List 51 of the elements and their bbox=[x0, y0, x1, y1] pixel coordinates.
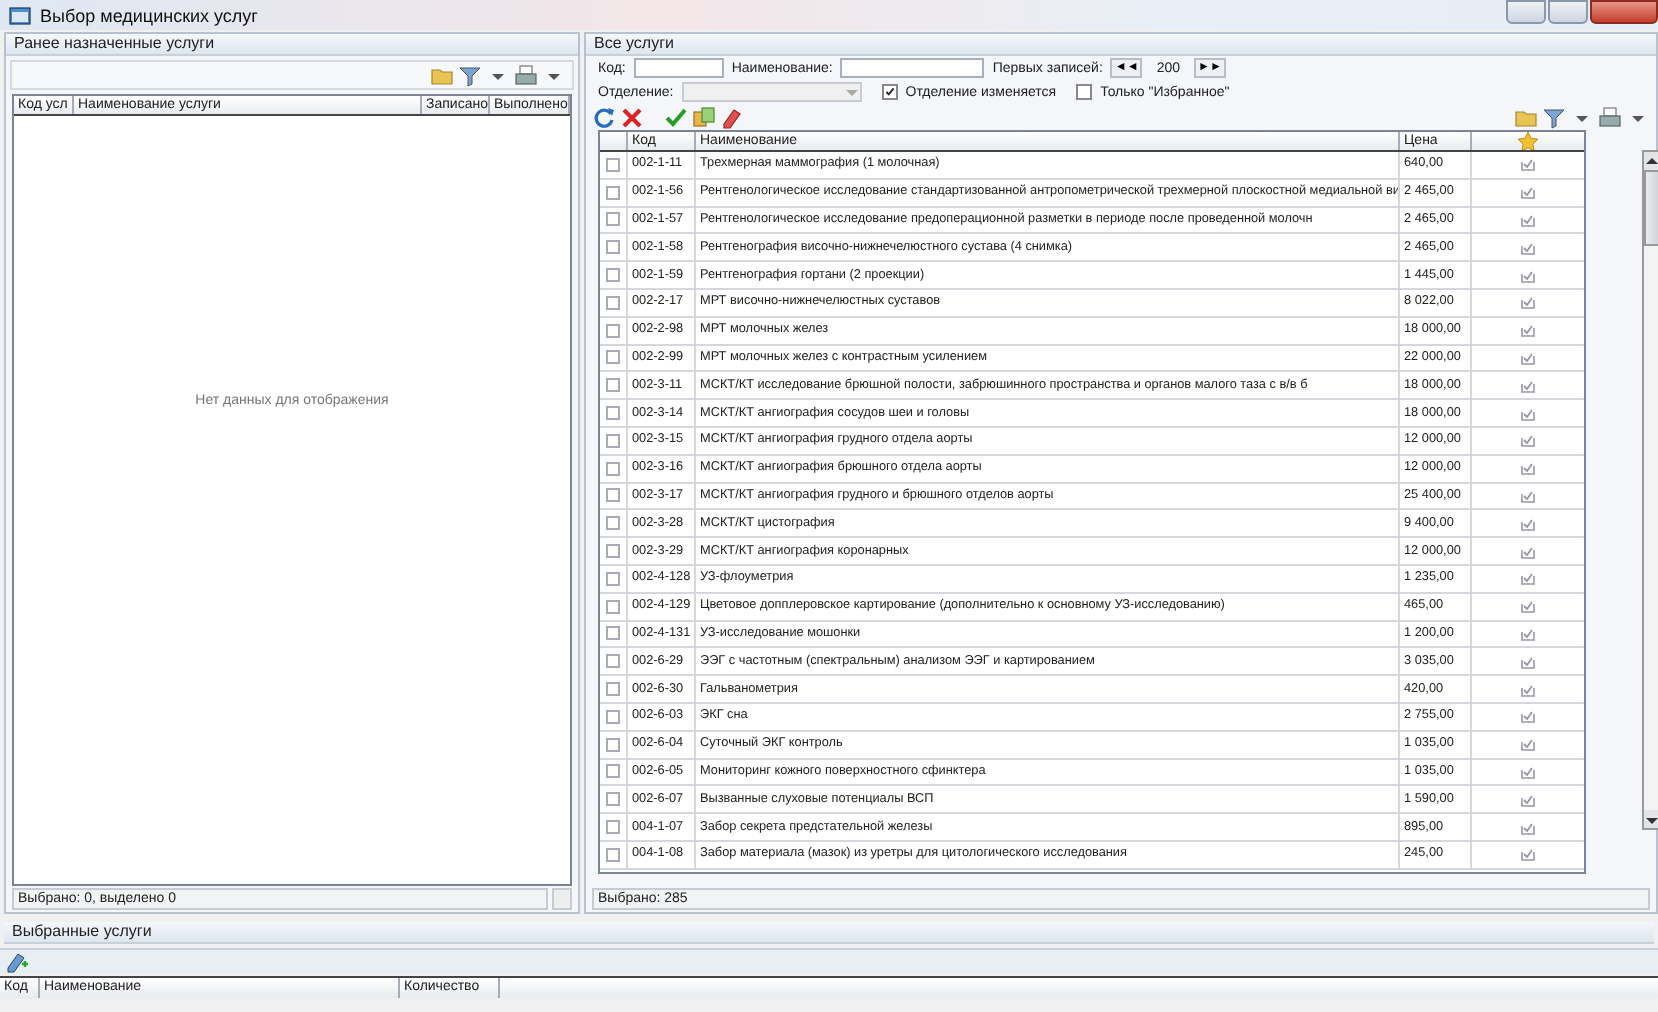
delete-icon[interactable] bbox=[620, 105, 644, 129]
row-checkbox[interactable] bbox=[606, 378, 620, 393]
row-checkbox[interactable] bbox=[606, 433, 620, 448]
row-checkbox[interactable] bbox=[606, 820, 620, 835]
row-checkbox[interactable] bbox=[606, 792, 620, 807]
row-checkbox[interactable] bbox=[606, 654, 620, 669]
row-checkbox[interactable] bbox=[606, 185, 620, 200]
check-icon[interactable] bbox=[664, 105, 688, 129]
row-checkbox[interactable] bbox=[606, 737, 620, 752]
row-checkbox[interactable] bbox=[606, 544, 620, 559]
row-checkbox[interactable] bbox=[606, 764, 620, 779]
row-checkbox[interactable] bbox=[606, 212, 620, 227]
checkbox[interactable] bbox=[881, 84, 898, 100]
star-icon bbox=[1516, 132, 1540, 150]
app-icon bbox=[8, 3, 32, 27]
window-title: Выбор медицинских услуг bbox=[40, 5, 258, 25]
code-field[interactable] bbox=[633, 58, 724, 78]
minimize-button[interactable] bbox=[1506, 0, 1546, 24]
row-checkbox[interactable] bbox=[606, 157, 620, 172]
scroll-down-icon[interactable] bbox=[1644, 810, 1658, 828]
scrollbar[interactable] bbox=[1642, 150, 1658, 830]
row-checkbox[interactable] bbox=[606, 847, 620, 862]
row-checkbox[interactable] bbox=[606, 599, 620, 614]
add-icon[interactable] bbox=[6, 950, 30, 974]
print-icon[interactable] bbox=[1598, 105, 1622, 129]
scroll-thumb[interactable] bbox=[1644, 170, 1658, 246]
scroll-up-icon[interactable] bbox=[1644, 152, 1658, 170]
print-icon[interactable] bbox=[514, 63, 538, 87]
row-checkbox[interactable] bbox=[606, 268, 620, 283]
row-checkbox[interactable] bbox=[606, 571, 620, 586]
row-checkbox[interactable] bbox=[606, 295, 620, 310]
row-checkbox[interactable] bbox=[606, 240, 620, 255]
row-checkbox[interactable] bbox=[606, 461, 620, 476]
checkbox[interactable] bbox=[1076, 84, 1093, 100]
panel-header: Выбранные услуги bbox=[4, 922, 1654, 944]
panel-header: Ранее назначенные услуги bbox=[6, 34, 578, 56]
row-checkbox[interactable] bbox=[606, 350, 620, 365]
row-checkbox[interactable] bbox=[606, 406, 620, 421]
row-checkbox[interactable] bbox=[606, 516, 620, 531]
name-field[interactable] bbox=[840, 58, 985, 78]
maximize-button[interactable] bbox=[1548, 0, 1588, 24]
row-checkbox[interactable] bbox=[606, 682, 620, 697]
row-checkbox[interactable] bbox=[606, 488, 620, 503]
filter-icon[interactable] bbox=[458, 63, 482, 87]
row-checkbox[interactable] bbox=[606, 709, 620, 724]
row-checkbox[interactable] bbox=[606, 626, 620, 641]
panel-header: Все услуги bbox=[586, 34, 1656, 56]
copy-icon[interactable] bbox=[692, 105, 716, 129]
close-button[interactable] bbox=[1590, 0, 1658, 24]
refresh-icon[interactable] bbox=[592, 105, 616, 129]
row-checkbox[interactable] bbox=[606, 323, 620, 338]
